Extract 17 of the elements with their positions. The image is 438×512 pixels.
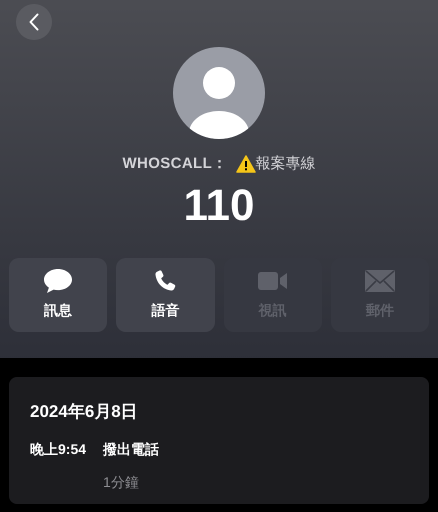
call-date: 2024年6月8日 (30, 401, 139, 423)
back-button[interactable] (16, 4, 52, 40)
chevron-left-icon (29, 13, 39, 31)
envelope-icon (364, 270, 395, 292)
phone-icon (153, 269, 178, 293)
speech-bubble-icon (43, 268, 74, 294)
call-type: 撥出電話 (103, 440, 159, 458)
caller-label: 報案專線 (256, 154, 316, 174)
call-time: 晚上9:54 (30, 440, 88, 458)
video-camera-icon (258, 271, 288, 291)
message-button[interactable]: 訊息 (9, 258, 108, 332)
phone-button[interactable]: 語音 (116, 258, 214, 332)
phone-number: 110 (184, 184, 254, 228)
caller-source: WHOSCALL： (122, 154, 228, 174)
call-duration: 1分鐘 (103, 472, 140, 492)
warning-icon (236, 155, 256, 174)
avatar-icon (173, 47, 265, 139)
